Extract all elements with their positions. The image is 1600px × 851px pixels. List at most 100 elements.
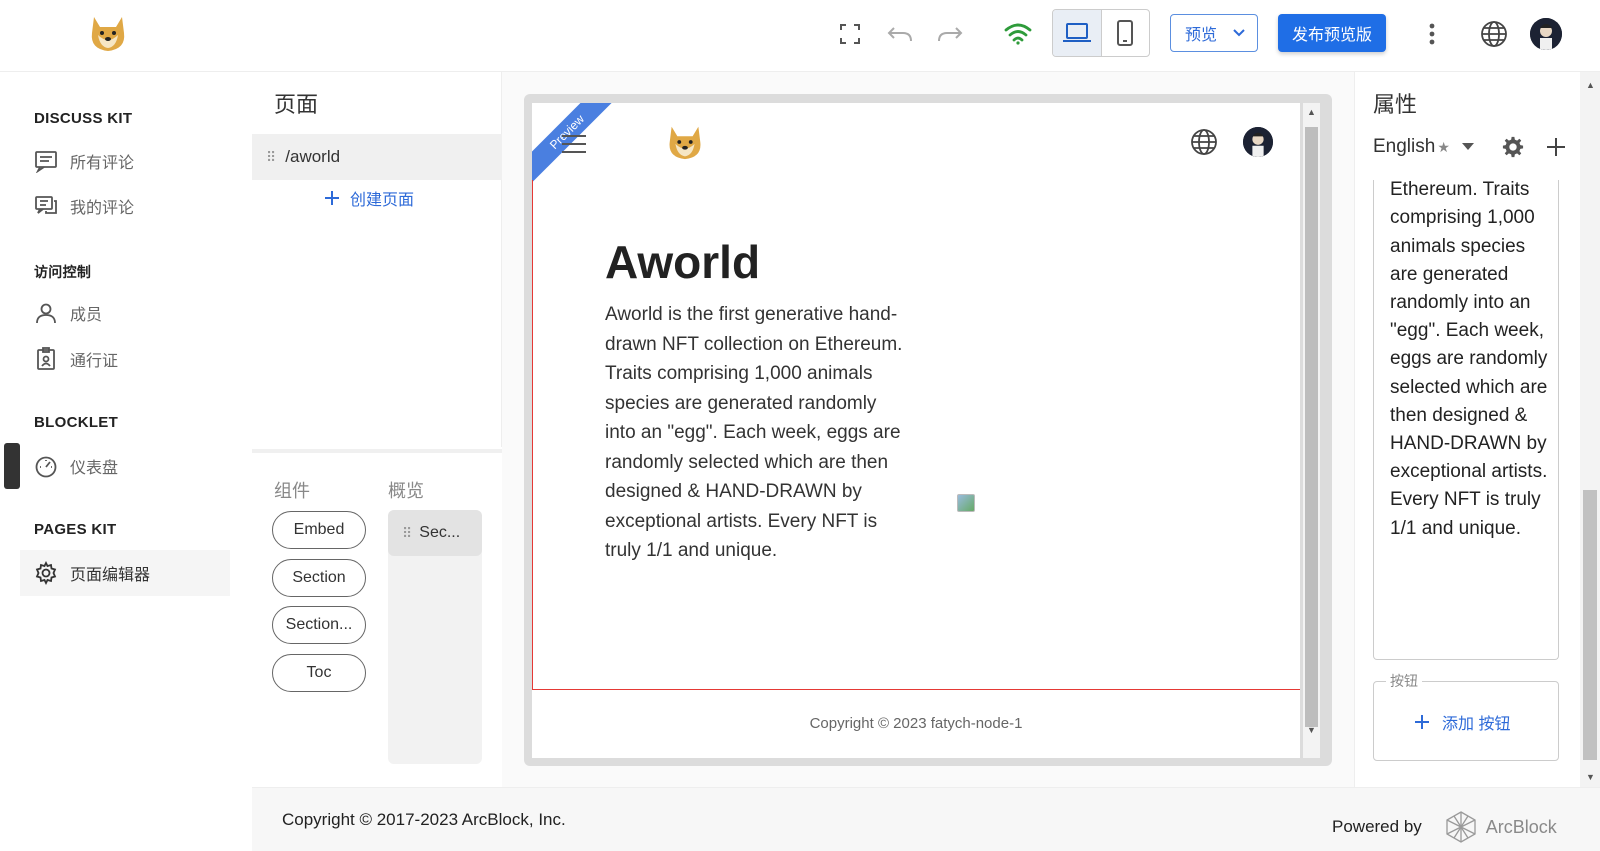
globe-icon[interactable] — [1476, 16, 1512, 52]
desktop-view-button[interactable] — [1053, 10, 1101, 56]
sidebar-item-passport[interactable]: 通行证 — [34, 345, 118, 373]
tab-overview[interactable]: 概览 — [388, 477, 424, 503]
overview-list: ⠿ Sec... — [388, 510, 482, 764]
scroll-up-icon[interactable]: ▲ — [1586, 80, 1595, 90]
caret-down-icon[interactable] — [1461, 143, 1474, 151]
scrollbar-thumb[interactable] — [1305, 127, 1318, 727]
gear-icon — [35, 561, 57, 585]
component-chip-section-more[interactable]: Section... — [272, 606, 366, 644]
plus-icon[interactable] — [1546, 137, 1566, 157]
scrollbar-thumb[interactable] — [1583, 490, 1597, 760]
device-toggle-group — [1052, 9, 1150, 57]
globe-icon[interactable] — [1190, 128, 1218, 156]
overview-item[interactable]: ⠿ Sec... — [388, 510, 482, 556]
page-scrollbar[interactable]: ▲ ▼ — [1580, 72, 1600, 787]
text-property-value: collection on Ethereum. Traits comprisin… — [1390, 180, 1548, 539]
powered-by-label: Powered by — [1332, 817, 1422, 836]
arcblock-brand[interactable]: ArcBlock — [1444, 810, 1557, 844]
preview-page: Preview Aworld Aworld is the first gener… — [532, 103, 1300, 758]
preview-copyright: Copyright © 2023 fatych-node-1 — [809, 715, 1023, 732]
arcblock-logo-icon — [1446, 811, 1476, 843]
sidebar-group-pages-kit: PAGES KIT — [34, 521, 117, 538]
plus-icon — [325, 191, 339, 205]
badge-icon — [37, 347, 55, 370]
pages-panel: 页面 ⠿ /aworld 创建页面 — [252, 72, 502, 447]
language-row: English ★ — [1373, 132, 1573, 162]
powered-by: Powered by ArcBlock — [1332, 810, 1557, 844]
scroll-down-icon[interactable]: ▼ — [1307, 725, 1316, 735]
hamburger-menu-icon[interactable] — [562, 135, 586, 159]
user-avatar[interactable] — [1530, 18, 1562, 50]
gear-icon[interactable] — [1502, 136, 1524, 158]
undo-icon[interactable] — [882, 16, 918, 52]
sidebar-item-label: 仪表盘 — [70, 460, 119, 477]
scroll-down-icon[interactable]: ▼ — [1586, 772, 1595, 782]
person-icon — [36, 303, 56, 324]
sidebar-item-members[interactable]: 成员 — [34, 299, 102, 327]
sidebar-item-label: 所有评论 — [70, 155, 135, 172]
arcblock-brand-name: ArcBlock — [1485, 816, 1557, 837]
components-panel: 组件 概览 Embed Section Section... Toc ⠿ Sec… — [252, 449, 502, 787]
sidebar-group-access-control: 访问控制 — [34, 264, 92, 280]
drag-handle-icon[interactable]: ⠿ — [266, 149, 276, 166]
dashboard-icon — [35, 456, 57, 478]
sidebar-item-label: 成员 — [70, 307, 103, 324]
button-group-label: 按钮 — [1386, 671, 1422, 691]
component-chip-embed[interactable]: Embed — [272, 511, 366, 549]
sidebar-group-discuss-kit: DISCUSS KIT — [34, 110, 133, 127]
sidebar: DISCUSS KIT 所有评论 我的评论 访问控制 成员 通行证 BLOCKL… — [0, 72, 252, 851]
language-select[interactable]: English — [1373, 136, 1435, 158]
pages-panel-title: 页面 — [274, 92, 319, 117]
sidebar-item-my-comments[interactable]: 我的评论 — [34, 192, 134, 220]
doge-logo-icon — [669, 126, 701, 160]
component-chip-section[interactable]: Section — [272, 559, 366, 597]
footer-copyright: Copyright © 2017-2023 ArcBlock, Inc. — [282, 810, 566, 829]
laptop-icon — [1062, 23, 1091, 42]
sidebar-item-label: 我的评论 — [70, 200, 135, 217]
tab-components[interactable]: 组件 — [274, 477, 310, 503]
overview-item-label: Sec... — [419, 524, 461, 541]
comments-icon — [35, 151, 57, 173]
component-chip-toc[interactable]: Toc — [272, 654, 366, 692]
phone-icon — [1117, 20, 1134, 46]
preview-select[interactable]: 预览 — [1170, 14, 1258, 52]
hero-title: Aworld — [605, 236, 761, 288]
button-group-field: 按钮 添加 按钮 — [1373, 671, 1559, 761]
scroll-up-icon[interactable]: ▲ — [1307, 107, 1316, 117]
preview-select-label: 预览 — [1185, 27, 1218, 44]
page-item[interactable]: ⠿ /aworld — [252, 134, 502, 180]
footer: Copyright © 2017-2023 ArcBlock, Inc. Pow… — [252, 787, 1600, 851]
chevron-down-icon — [1233, 29, 1245, 37]
hero-section[interactable]: Aworld Aworld is the first generative ha… — [532, 180, 1300, 690]
fullscreen-icon[interactable] — [832, 16, 868, 52]
mobile-view-button[interactable] — [1100, 10, 1149, 56]
star-icon: ★ — [1437, 138, 1450, 155]
user-avatar[interactable] — [1243, 127, 1273, 157]
add-button-label: 添加 按钮 — [1442, 716, 1511, 733]
sidebar-item-page-editor[interactable]: 页面编辑器 — [20, 550, 230, 596]
plus-icon — [1415, 715, 1429, 729]
sidebar-collapse-handle[interactable] — [4, 443, 20, 489]
wifi-icon[interactable] — [1000, 16, 1036, 52]
doge-logo-icon[interactable] — [86, 11, 130, 55]
drag-handle-icon[interactable]: ⠿ — [402, 525, 412, 542]
sidebar-item-label: 页面编辑器 — [70, 567, 151, 584]
add-button[interactable]: 添加 按钮 — [1414, 710, 1510, 734]
page-item-label: /aworld — [285, 147, 341, 166]
text-property-field[interactable]: collection on Ethereum. Traits comprisin… — [1373, 180, 1559, 660]
broken-image-icon — [957, 494, 975, 512]
properties-title: 属性 — [1373, 92, 1418, 117]
more-vertical-icon[interactable] — [1414, 16, 1450, 52]
properties-panel: 属性 English ★ collection on Ethereum. Tra… — [1354, 72, 1580, 787]
sidebar-item-dashboard[interactable]: 仪表盘 — [34, 452, 118, 480]
sidebar-item-all-comments[interactable]: 所有评论 — [34, 147, 134, 175]
preview-scrollbar[interactable]: ▲ ▼ — [1303, 103, 1320, 758]
create-page-label: 创建页面 — [350, 192, 415, 209]
sidebar-group-blocklet: BLOCKLET — [34, 414, 119, 431]
top-bar: 预览 发布预览版 — [0, 0, 1600, 72]
my-comments-icon — [35, 196, 57, 214]
create-page-button[interactable]: 创建页面 — [324, 186, 414, 210]
publish-preview-button[interactable]: 发布预览版 — [1278, 14, 1386, 52]
redo-icon[interactable] — [932, 16, 968, 52]
sidebar-item-label: 通行证 — [70, 353, 119, 370]
